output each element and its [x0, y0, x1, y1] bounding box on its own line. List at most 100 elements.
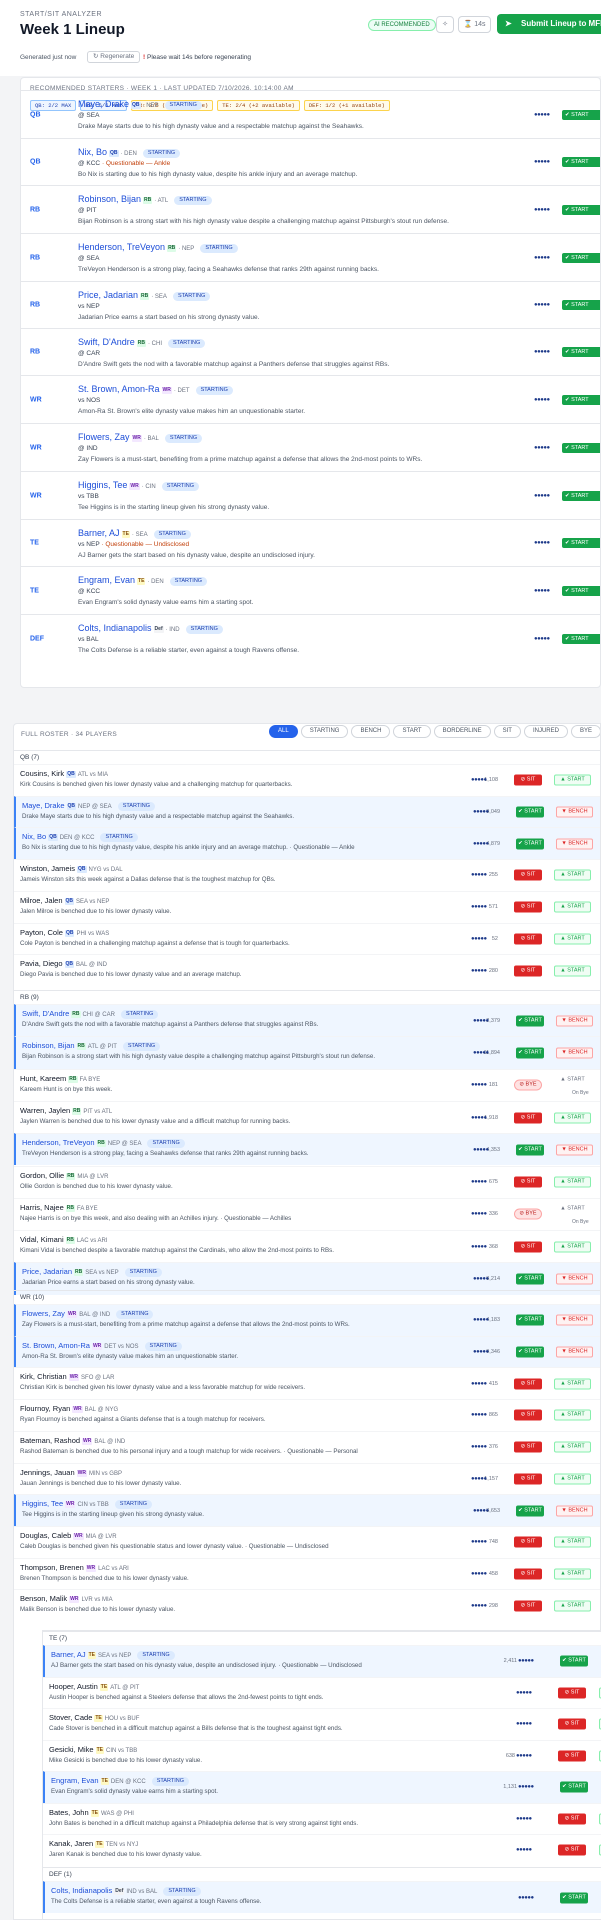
player-name[interactable]: Price, Jadarian RB SEA vs NEP STARTING	[22, 1267, 162, 1278]
player-name[interactable]: St. Brown, Amon-Ra WR DET vs NOS STARTING	[22, 1341, 182, 1351]
bench-button[interactable]: ▼ BENCH	[556, 806, 593, 818]
player-name[interactable]: Flournoy, Ryan WR BAL @ NYG	[20, 1404, 121, 1414]
roster-row[interactable]: Engram, Evan TE DEN @ KCC STARTING Evan Engr…	[43, 1771, 601, 1803]
start-badge[interactable]: ✔ START	[562, 252, 600, 263]
player-name[interactable]: Swift, D'Andre RB CHI @ CAR STARTING	[22, 1009, 159, 1019]
start-button[interactable]: ▲ START	[554, 1176, 591, 1188]
filter-tab-injured[interactable]: INJURED	[523, 725, 568, 738]
player-name[interactable]: Colts, Indianapolis Def · IND STARTING	[78, 623, 223, 634]
start-button[interactable]: ✔ START	[560, 1892, 588, 1903]
filter-tab-borderline[interactable]: BORDERLINE	[433, 725, 491, 738]
roster-row[interactable]: Jennings, Jauan WR MIN vs GBP Jauan Jenning…	[14, 1462, 600, 1495]
player-name[interactable]: Milroe, Jalen QB SEA vs NEP	[20, 896, 112, 905]
start-badge[interactable]: ✔ START	[562, 157, 600, 167]
sit-button[interactable]: ⊘ SIT	[514, 1568, 542, 1580]
player-name[interactable]: Bateman, Rashod WR BAL @ IND	[20, 1436, 128, 1445]
roster-row[interactable]: Kanak, Jaren TE TEN vs NYJ Jaren Kanak is b…	[43, 1834, 601, 1866]
player-name[interactable]: Cousins, Kirk QB ATL vs MIA	[20, 769, 111, 778]
start-button[interactable]: ▲ START	[554, 1441, 591, 1453]
start-button[interactable]: ✔ START	[560, 1781, 588, 1793]
sit-button[interactable]: ⊘ SIT	[514, 1176, 542, 1188]
player-name[interactable]: Barner, AJ TE SEA vs NEP STARTING	[51, 1650, 175, 1660]
start-button[interactable]: ▲ START	[554, 901, 591, 913]
player-name[interactable]: Warren, Jaylen RB PIT vs ATL	[20, 1106, 115, 1115]
sparkle-icon-button[interactable]: ✧	[436, 16, 454, 33]
filter-tab-start[interactable]: START	[393, 725, 431, 738]
roster-row[interactable]: Thompson, Brenen WR LAC vs ARI Brenen Thomp…	[14, 1557, 600, 1590]
player-name[interactable]: Engram, Evan TE DEN @ KCC STARTING	[51, 1776, 189, 1786]
roster-row[interactable]: Warren, Jaylen RB PIT vs ATL Jaylen Warren …	[14, 1100, 600, 1133]
player-name[interactable]: Nix, Bo QB DEN @ KCC STARTING	[22, 832, 138, 843]
roster-row[interactable]: Bates, John TE WAS @ PHI John Bates is benc…	[43, 1802, 601, 1835]
filter-tab-sit[interactable]: SIT	[493, 725, 521, 738]
player-name[interactable]: Higgins, Tee WR · CIN STARTING	[78, 480, 200, 491]
filter-tab-bye[interactable]: BYE	[570, 725, 600, 738]
player-name[interactable]: Douglas, Caleb WR MIA @ LVR	[20, 1531, 120, 1540]
player-name[interactable]: Pavia, Diego QB BAL @ IND	[20, 959, 110, 969]
sit-button[interactable]: ⊘ SIT	[514, 1600, 542, 1612]
roster-row[interactable]: Stover, Cade TE HOU vs BUF Cade Stover is b…	[43, 1708, 601, 1740]
player-name[interactable]: Kanak, Jaren TE TEN vs NYJ	[49, 1839, 141, 1848]
start-badge[interactable]: ✔ START	[562, 538, 600, 548]
bench-button[interactable]: ▼ BENCH	[556, 838, 593, 850]
player-name[interactable]: St. Brown, Amon-Ra WR · DET STARTING	[78, 384, 233, 395]
player-name[interactable]: Higgins, Tee WR CIN vs TBB STARTING	[22, 1499, 153, 1510]
bench-button[interactable]: ▼ BENCH	[556, 1505, 593, 1517]
sit-button[interactable]: ⊘ SIT	[558, 1718, 586, 1730]
player-name[interactable]: Stover, Cade TE HOU vs BUF	[49, 1713, 142, 1722]
roster-row[interactable]: Douglas, Caleb WR MIA @ LVR Caleb Douglas i…	[14, 1525, 600, 1558]
player-name[interactable]: Nix, Bo QB · DEN STARTING	[78, 147, 181, 158]
roster-row[interactable]: Winston, Jameis QB NYG vs DAL Jameis Winsto…	[14, 859, 600, 891]
start-badge[interactable]: ✔ START	[562, 585, 600, 596]
start-badge[interactable]: ✔ START	[562, 347, 600, 357]
start-button[interactable]: ▲ START	[554, 933, 591, 945]
submit-lineup-button[interactable]: ➤ Submit Lineup to MFL	[497, 14, 601, 34]
sit-button[interactable]: ⊘ SIT	[514, 1112, 542, 1124]
roster-row[interactable]: Nix, Bo QB DEN @ KCC STARTING Bo Nix is star…	[14, 827, 600, 860]
sit-button[interactable]: ⊘ SIT	[558, 1750, 586, 1762]
roster-row[interactable]: Milroe, Jalen QB SEA vs NEP Jalen Milroe is…	[14, 890, 600, 923]
bench-button[interactable]: ▼ BENCH	[556, 1015, 593, 1027]
player-name[interactable]: Hunt, Kareem RB FA BYE	[20, 1074, 103, 1083]
sit-button[interactable]: ⊘ SIT	[558, 1844, 586, 1856]
sit-button[interactable]: ⊘ SIT	[514, 1378, 542, 1390]
filter-tab-bench[interactable]: BENCH	[351, 725, 391, 738]
bench-button[interactable]: ▼ BENCH	[556, 1144, 593, 1156]
start-button[interactable]: ✔ START	[516, 1015, 544, 1027]
roster-row[interactable]: Bateman, Rashod WR BAL @ IND Rashod Bateman…	[14, 1430, 600, 1463]
start-button[interactable]: ✔ START	[516, 1346, 544, 1358]
start-button[interactable]: ▲ START	[554, 1473, 591, 1485]
bench-button[interactable]: ▼ BENCH	[556, 1346, 593, 1358]
player-name[interactable]: Barner, AJ TE · SEA STARTING	[78, 528, 191, 539]
roster-row[interactable]: Cousins, Kirk QB ATL vs MIA Kirk Cousins is…	[14, 764, 600, 796]
start-button[interactable]: ✔ START	[516, 1273, 544, 1285]
start-button[interactable]: ✔ START	[516, 1505, 544, 1517]
sit-button[interactable]: ⊘ SIT	[558, 1813, 586, 1825]
player-name[interactable]: Gesicki, Mike TE CIN vs TBB	[49, 1745, 140, 1754]
sit-button[interactable]: ⊘ SIT	[514, 1241, 542, 1253]
player-name[interactable]: Swift, D'Andre RB · CHI STARTING	[78, 337, 206, 348]
player-name[interactable]: Robinson, Bijan RB · ATL STARTING	[78, 194, 212, 205]
player-name[interactable]: Robinson, Bijan RB ATL @ PIT STARTING	[22, 1041, 161, 1052]
start-badge[interactable]: ✔ START	[562, 633, 600, 644]
player-name[interactable]: Price, Jadarian RB · SEA STARTING	[78, 290, 211, 301]
player-name[interactable]: Jennings, Jauan WR MIN vs GBP	[20, 1468, 125, 1477]
roster-row[interactable]: Flournoy, Ryan WR BAL @ NYG Ryan Flournoy i…	[14, 1399, 600, 1431]
roster-row[interactable]: Vidal, Kimani RB LAC vs ARI Kimani Vidal is…	[14, 1230, 600, 1262]
roster-row[interactable]: Higgins, Tee WR CIN vs TBB STARTING Tee Higg…	[14, 1494, 600, 1526]
start-button[interactable]: ✔ START	[516, 1144, 544, 1156]
start-button[interactable]: ▲ START	[554, 1241, 591, 1253]
sit-button[interactable]: ⊘ SIT	[514, 1409, 542, 1421]
player-name[interactable]: Bates, John TE WAS @ PHI	[49, 1808, 137, 1817]
player-name[interactable]: Colts, Indianapolis Def IND vs BAL STARTING	[51, 1886, 201, 1896]
start-button[interactable]: ✔ START	[516, 1047, 544, 1059]
bench-button[interactable]: ▼ BENCH	[556, 1314, 593, 1326]
start-badge[interactable]: ✔ START	[562, 300, 600, 310]
roster-row[interactable]: Swift, D'Andre RB CHI @ CAR STARTING D'Andre…	[14, 1004, 600, 1037]
start-button[interactable]: ▲ START	[554, 1204, 591, 1215]
roster-row[interactable]: Hooper, Austin TE ATL @ PIT Austin Hooper i…	[43, 1676, 601, 1709]
start-button[interactable]: ▲ START	[554, 1112, 591, 1124]
sit-button[interactable]: ⊘ SIT	[514, 933, 542, 945]
player-name[interactable]: Henderson, TreVeyon RB NEP @ SEA STARTING	[22, 1138, 185, 1149]
player-name[interactable]: Gordon, Ollie RB MIA @ LVR	[20, 1171, 111, 1180]
